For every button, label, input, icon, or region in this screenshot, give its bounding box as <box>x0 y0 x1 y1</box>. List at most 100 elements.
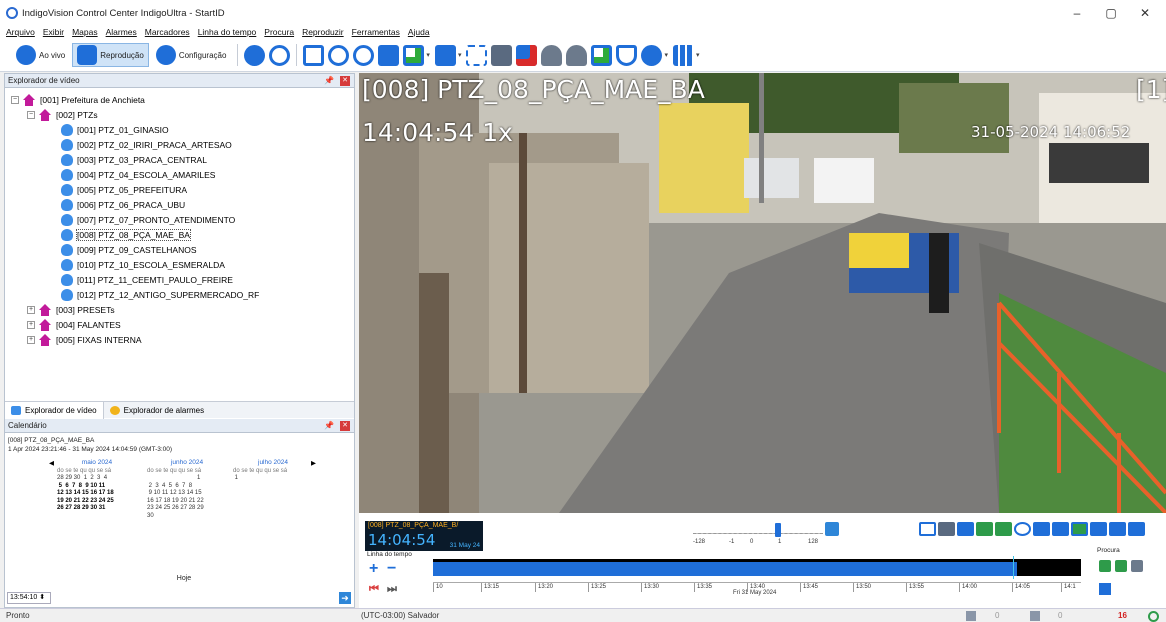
menu-linha-do-tempo[interactable]: Linha do tempo <box>198 27 257 37</box>
week-row[interactable]: 23 24 25 26 27 28 29 <box>147 505 227 513</box>
camera-item[interactable]: [002] PTZ_02_IRIRI_PRACA_ARTESAO <box>5 137 354 152</box>
tree-group-presets[interactable]: + [003] PRESETs <box>5 302 354 317</box>
tab-alarm-explorer[interactable]: Explorador de alarmes <box>104 402 210 419</box>
export-icon[interactable] <box>591 44 613 66</box>
pin-icon[interactable]: 📌 <box>324 76 334 85</box>
grid-layout-icon[interactable] <box>672 44 694 66</box>
speed-thumb[interactable] <box>775 523 781 537</box>
prev-month-arrow-icon[interactable]: ◀ <box>49 459 54 467</box>
close-button[interactable]: ✕ <box>1130 0 1160 26</box>
fullscreen-icon[interactable] <box>303 44 325 66</box>
skip-forward-icon[interactable] <box>1128 522 1145 536</box>
zoom-out-icon[interactable]: − <box>387 561 396 577</box>
speed-slider[interactable]: -128 -1 0 1 128 <box>689 519 829 547</box>
save-clip-icon[interactable] <box>378 44 400 66</box>
collapse-toggle[interactable]: − <box>11 95 19 104</box>
config-button[interactable]: Configuração <box>152 43 231 67</box>
close-panel-button[interactable]: ✕ <box>340 76 350 86</box>
lock-icon[interactable] <box>825 522 839 536</box>
dropdown-arrow-icon[interactable]: ▾ <box>458 51 462 59</box>
close-panel-button[interactable]: ✕ <box>340 421 350 431</box>
search-icon[interactable] <box>328 44 350 66</box>
search-motion-icon[interactable] <box>1099 560 1111 572</box>
grid-remove-icon[interactable] <box>516 44 538 66</box>
pause-icon[interactable] <box>1090 522 1107 536</box>
live-button[interactable]: Ao vivo <box>12 43 69 67</box>
select-region-icon[interactable] <box>466 44 488 66</box>
playback-button[interactable]: Reprodução <box>72 43 149 67</box>
pin-icon[interactable]: 📌 <box>324 421 334 430</box>
step-forward-icon[interactable] <box>1109 522 1126 536</box>
week-row[interactable]: 28 29 30 1 2 3 4 <box>57 475 137 483</box>
step-back-icon[interactable] <box>1052 522 1069 536</box>
bookmark-icon[interactable] <box>957 522 974 536</box>
video-view[interactable]: [008] PTZ_08_PÇA_MAE_BA 14:04:54 1x [1] … <box>359 73 1166 513</box>
dropdown-arrow-icon[interactable]: ▾ <box>696 51 700 59</box>
search-area-icon[interactable] <box>1115 560 1127 572</box>
week-row[interactable]: 19 20 21 22 23 24 25 <box>57 498 137 506</box>
minimize-button[interactable]: – <box>1062 0 1092 26</box>
help-icon[interactable] <box>269 44 291 66</box>
week-row[interactable]: 30 <box>147 513 227 521</box>
skip-back-icon[interactable] <box>1033 522 1050 536</box>
today-button[interactable]: Hoje <box>173 573 195 585</box>
camera-item-selected[interactable]: [008] PTZ_08_PÇA_MAE_BA <box>5 227 354 242</box>
maximize-button[interactable]: ▢ <box>1096 0 1126 26</box>
camera-item[interactable]: [009] PTZ_09_CASTELHANOS <box>5 242 354 257</box>
expand-toggle[interactable]: + <box>27 320 35 329</box>
layout-icon[interactable] <box>434 44 456 66</box>
camera-item[interactable]: [012] PTZ_12_ANTIGO_SUPERMERCADO_RF <box>5 287 354 302</box>
camera-item[interactable]: [005] PTZ_05_PREFEITURA <box>5 182 354 197</box>
menu-ajuda[interactable]: Ajuda <box>408 27 430 37</box>
play-icon[interactable] <box>1071 522 1088 536</box>
timeline-bar[interactable] <box>433 556 1081 579</box>
zoom-in-icon[interactable]: + <box>369 561 378 577</box>
expand-toggle[interactable]: + <box>27 335 35 344</box>
tree-group-fixas[interactable]: + [005] FIXAS INTERNA <box>5 332 354 347</box>
time-spinner[interactable]: 13:54:10 ⬍ <box>7 592 51 604</box>
menu-exibir[interactable]: Exibir <box>43 27 64 37</box>
shield-icon[interactable] <box>616 44 638 66</box>
add-clip-icon[interactable] <box>403 44 425 66</box>
refresh-icon[interactable] <box>244 44 266 66</box>
go-start-icon[interactable]: ⏮ <box>369 582 379 596</box>
camera-item[interactable]: [003] PTZ_03_PRACA_CENTRAL <box>5 152 354 167</box>
go-arrow-icon[interactable]: ➜ <box>339 592 351 604</box>
menu-reproduzir[interactable]: Reproduzir <box>302 27 344 37</box>
export-grid-icon[interactable] <box>976 522 993 536</box>
tree-group-falantes[interactable]: + [004] FALANTES <box>5 317 354 332</box>
week-row[interactable]: 9 10 11 12 13 14 15 <box>147 490 227 498</box>
week-row[interactable]: 16 17 18 19 20 21 22 <box>147 498 227 506</box>
week-row[interactable]: 1 <box>147 475 227 483</box>
marker-in-icon[interactable] <box>919 522 936 536</box>
snapshot-icon[interactable] <box>491 44 513 66</box>
tree-group-ptzs[interactable]: − [002] PTZs <box>5 107 354 122</box>
dropdown-arrow-icon[interactable]: ▾ <box>426 51 430 59</box>
expand-toggle[interactable]: + <box>27 305 35 314</box>
search-people-icon[interactable] <box>1131 560 1143 572</box>
alarm-count[interactable]: 16 <box>1118 611 1127 620</box>
camera-item[interactable]: [007] PTZ_07_PRONTO_ATENDIMENTO <box>5 212 354 227</box>
timeline-cursor[interactable] <box>1013 556 1014 579</box>
tree-root[interactable]: − [001] Prefeitura de Anchieta <box>5 92 354 107</box>
tab-video-explorer[interactable]: Explorador de vídeo <box>5 401 104 419</box>
alarm-bell-icon[interactable] <box>541 44 563 66</box>
snapshot-icon[interactable] <box>938 522 955 536</box>
week-row[interactable]: 2 3 4 5 6 7 8 <box>147 483 227 491</box>
collapse-toggle[interactable]: − <box>27 110 35 119</box>
export-all-icon[interactable] <box>995 522 1012 536</box>
camera-item[interactable]: [010] PTZ_10_ESCOLA_ESMERALDA <box>5 257 354 272</box>
week-row[interactable]: 5 6 7 8 9 10 11 <box>57 483 137 491</box>
menu-mapas[interactable]: Mapas <box>72 27 98 37</box>
clear-search-icon[interactable] <box>353 44 375 66</box>
link-icon[interactable] <box>1014 522 1031 536</box>
camera-item[interactable]: [006] PTZ_06_PRACA_UBU <box>5 197 354 212</box>
dropdown-arrow-icon[interactable]: ▾ <box>664 51 668 59</box>
menu-alarmes[interactable]: Alarmes <box>106 27 137 37</box>
camera-item[interactable]: [011] PTZ_11_CEEMTI_PAULO_FREIRE <box>5 272 354 287</box>
menu-marcadores[interactable]: Marcadores <box>145 27 190 37</box>
week-row[interactable]: 1 <box>233 475 313 483</box>
search-grid-icon[interactable] <box>1099 583 1111 595</box>
alarm-mute-icon[interactable] <box>566 44 588 66</box>
camera-item[interactable]: [004] PTZ_04_ESCOLA_AMARILES <box>5 167 354 182</box>
